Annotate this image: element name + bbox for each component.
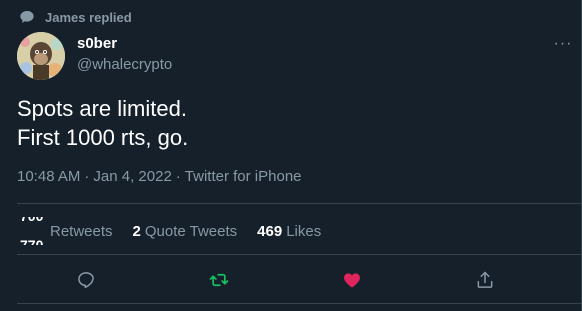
likes-label: Likes [286,222,322,240]
retweets-stat[interactable]: 700 770 Retweets [17,217,113,245]
like-button[interactable] [332,262,372,298]
more-icon: ··· [553,35,573,52]
retweets-count-bottom: 770 [20,237,44,245]
likes-stat[interactable]: 469 Likes [257,223,321,240]
quote-tweets-count: 2 [132,222,141,240]
divider [17,203,581,204]
tweet-metadata: 10:48 AM · Jan 4, 2022 · Twitter for iPhone [17,168,302,185]
tweet-detail: James replied s0ber @whalecrypto ··· Spo… [0,0,582,311]
tweet-text-line: Spots are limited. [17,96,187,121]
social-context-text: James replied [45,9,132,25]
tweet-actions [0,262,581,298]
divider [17,254,581,255]
tweet-text-line: First 1000 rts, go. [17,125,189,150]
separator: · [84,168,90,185]
reply-icon [78,272,95,289]
handle[interactable]: @whalecrypto [77,56,172,73]
social-context: James replied [19,9,132,25]
tweet-time[interactable]: 10:48 AM [17,168,80,185]
quote-tweets-label: Quote Tweets [144,222,238,240]
quote-tweets-stat[interactable]: 2 Quote Tweets [133,223,238,240]
retweet-button[interactable] [199,262,239,298]
tweet-source[interactable]: Twitter for iPhone [185,168,302,185]
separator: · [175,168,181,185]
more-options-button[interactable]: ··· [551,34,575,54]
retweets-label: Retweets [50,222,113,240]
tweet-text: Spots are limited. First 1000 rts, go. [17,94,188,152]
divider [17,303,581,304]
share-button[interactable] [465,262,505,298]
likes-count: 469 [257,222,283,240]
speech-bubble-icon [20,10,34,23]
retweets-count-top: 700 [20,217,43,224]
avatar[interactable] [17,32,65,80]
retweet-icon [209,273,229,287]
share-icon [477,271,493,288]
engagement-stats: 700 770 Retweets 2 Quote Tweets 469 Like… [17,213,341,249]
retweets-count-rolling: 700 770 [17,217,47,245]
tweet-date[interactable]: Jan 4, 2022 [93,168,171,185]
display-name[interactable]: s0ber [77,35,117,52]
heart-icon [343,273,360,288]
ape-avatar-image [17,32,65,80]
reply-button[interactable] [66,262,106,298]
